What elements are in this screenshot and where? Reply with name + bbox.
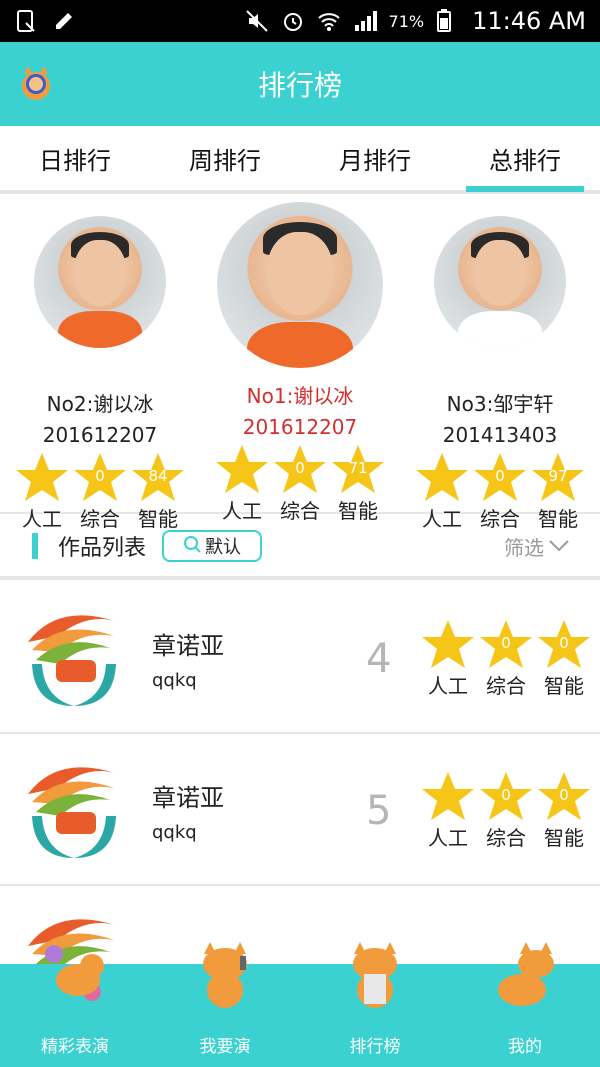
star-icon: 0	[536, 770, 592, 822]
work-logo-icon	[18, 602, 130, 714]
star-icon	[420, 618, 476, 670]
wifi-icon	[317, 9, 341, 33]
work-account: qqkq	[152, 822, 197, 843]
star-icon: 0	[478, 618, 534, 670]
filter-label: 筛选	[504, 535, 544, 560]
ranking-tabs: 日排行 周排行 月排行 总排行	[0, 126, 600, 194]
tab-daily[interactable]: 日排行	[0, 126, 150, 190]
nav-label: 排行榜	[349, 1037, 401, 1057]
star-group: 0 71	[200, 443, 400, 495]
star-icon: 0	[72, 451, 128, 503]
star-icon: 71	[330, 443, 386, 495]
rank-card-2[interactable]: No2:谢以冰 201612207 0 84 人工 综合 智能	[0, 216, 200, 532]
cat-performance-icon	[40, 940, 110, 1010]
bottom-navigation: 精彩表演 我要演 排行榜 我的	[0, 942, 600, 1067]
rank-id: 201612207	[42, 423, 158, 447]
alarm-icon	[281, 9, 305, 33]
app-bar: 排行榜	[0, 42, 600, 126]
rank-id: 201413403	[442, 423, 558, 447]
avatar	[434, 216, 566, 348]
nav-performances[interactable]: 精彩表演	[0, 945, 150, 1067]
tab-overall[interactable]: 总排行	[450, 126, 600, 192]
star-icon	[14, 451, 70, 503]
avatar	[34, 216, 166, 348]
star-group: 0 0 人工 综合 智能	[420, 770, 592, 851]
tab-weekly[interactable]: 周排行	[150, 126, 300, 190]
cat-perform-icon	[190, 940, 260, 1010]
cat-logo-icon[interactable]	[16, 64, 56, 104]
rank-name: No2:谢以冰	[46, 392, 154, 416]
work-row[interactable]: 章诺亚 qqkq 5 0 0 人工 综合 智能	[0, 736, 600, 886]
battery-icon	[436, 9, 460, 33]
battery-percent: 71%	[388, 11, 425, 31]
chevron-down-icon	[548, 534, 570, 558]
pencil-icon	[52, 9, 76, 33]
mute-icon	[245, 9, 269, 33]
work-account: qqkq	[152, 670, 197, 691]
sort-label: 默认	[205, 537, 242, 558]
nav-label: 我的	[508, 1037, 542, 1057]
status-bar: 71% 11:46 AM	[0, 0, 600, 42]
star-labels: 人工 综合 智能	[428, 826, 584, 850]
search-icon	[183, 535, 201, 558]
screenshot-icon	[14, 9, 38, 33]
cat-ranking-icon	[340, 940, 410, 1010]
star-icon: 97	[530, 451, 586, 503]
sort-button[interactable]: 默认	[162, 530, 263, 562]
works-title: 作品列表	[58, 536, 147, 561]
work-row[interactable]: 章诺亚 qqkq 4 0 0 人工 综合 智能	[0, 584, 600, 734]
rank-id: 201612207	[242, 415, 358, 439]
work-logo-icon	[18, 754, 130, 866]
rank-card-3[interactable]: No3:邹宇轩 201413403 0 97 人工 综合 智能	[400, 216, 600, 532]
top-three-panel: No2:谢以冰 201612207 0 84 人工 综合 智能 No1:谢以冰 20…	[0, 198, 600, 531]
star-icon: 84	[130, 451, 186, 503]
star-icon	[420, 770, 476, 822]
work-rank: 4	[366, 636, 392, 682]
star-icon: 0	[472, 451, 528, 503]
nav-perform[interactable]: 我要演	[150, 942, 300, 1067]
signal-icon	[353, 9, 377, 33]
work-author: 章诺亚	[152, 784, 224, 812]
nav-label: 我要演	[199, 1037, 251, 1057]
star-labels: 人工 综合 智能	[428, 674, 584, 698]
cat-profile-icon	[490, 940, 560, 1010]
nav-ranking[interactable]: 排行榜	[300, 942, 450, 1067]
clock: 11:46 AM	[472, 7, 586, 35]
star-icon	[214, 443, 270, 495]
nav-mine[interactable]: 我的	[450, 942, 600, 1067]
star-group: 0 97	[400, 451, 600, 503]
star-icon: 0	[272, 443, 328, 495]
star-group: 0 0 人工 综合 智能	[420, 618, 592, 699]
star-icon	[414, 451, 470, 503]
works-header: 作品列表 默认 筛选	[0, 516, 600, 580]
tab-monthly[interactable]: 月排行	[300, 126, 450, 190]
star-group: 0 84	[0, 451, 200, 503]
rank-name: No3:邹宇轩	[446, 392, 554, 416]
filter-button[interactable]: 筛选	[504, 532, 570, 561]
work-rank: 5	[366, 788, 392, 834]
work-author: 章诺亚	[152, 632, 224, 660]
star-icon: 0	[478, 770, 534, 822]
star-icon: 0	[536, 618, 592, 670]
rank-name: No1:谢以冰	[246, 384, 354, 408]
rank-card-1[interactable]: No1:谢以冰 201612207 0 71 人工 综合 智能	[200, 202, 400, 524]
page-title: 排行榜	[257, 69, 342, 102]
avatar	[217, 202, 383, 368]
section-marker	[32, 533, 38, 559]
nav-label: 精彩表演	[41, 1037, 109, 1057]
